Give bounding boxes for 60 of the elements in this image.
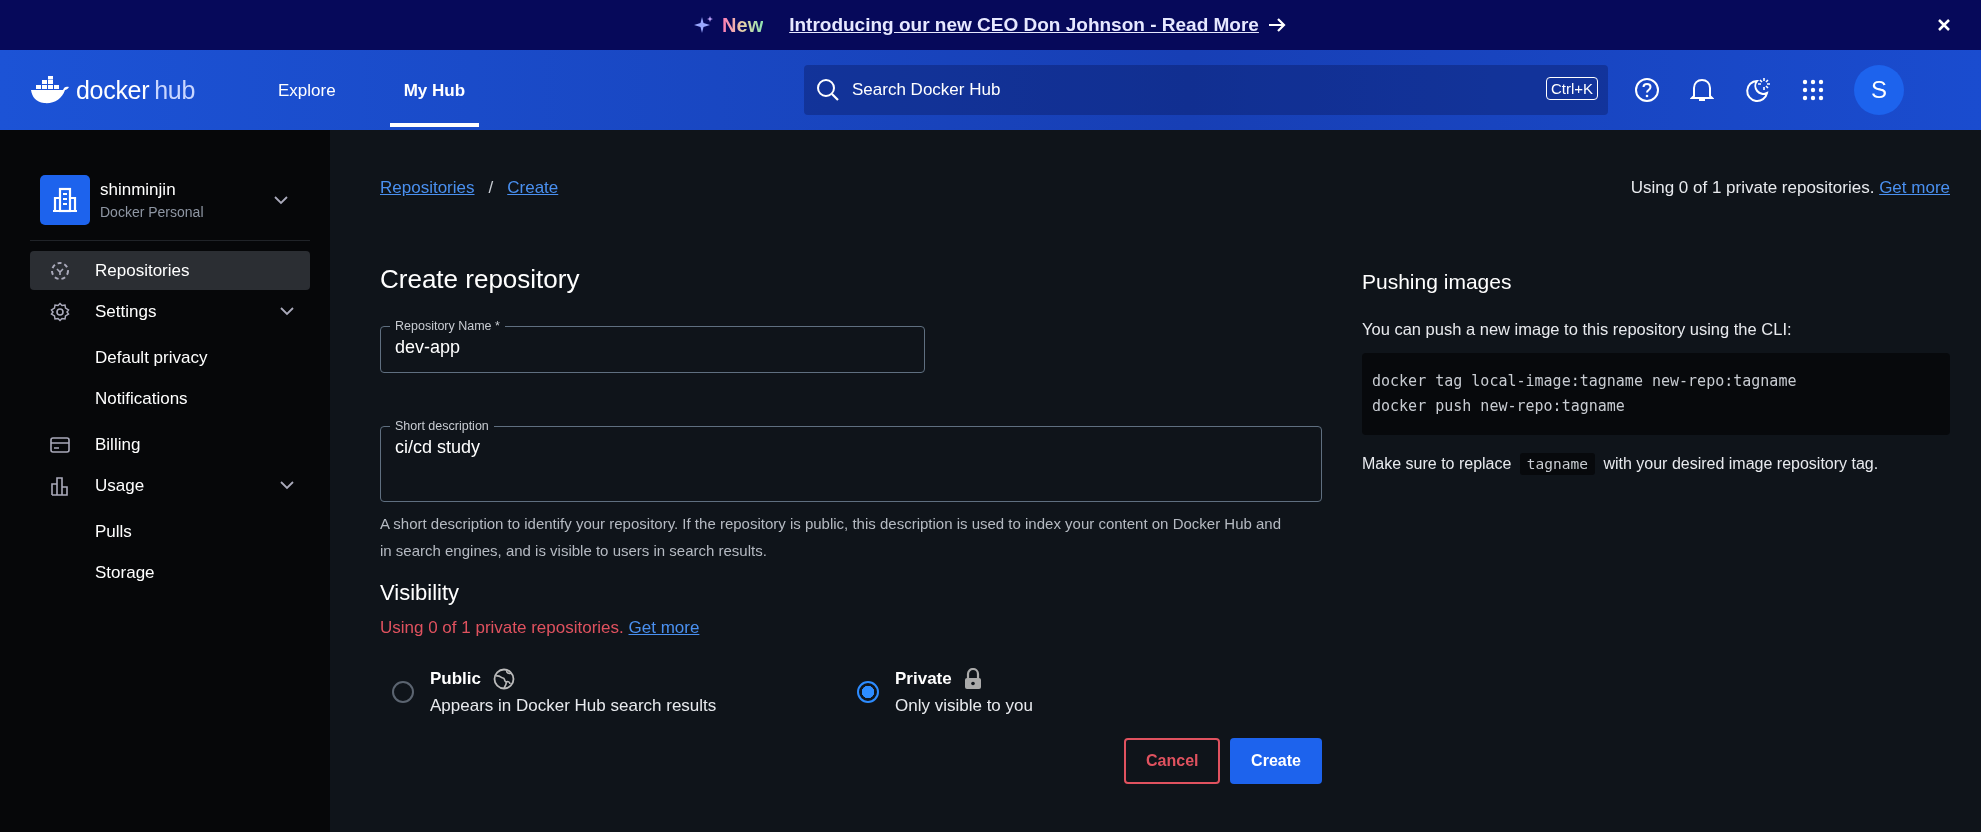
code-line: docker push new-repo:tagname — [1372, 396, 1626, 417]
code-line: docker tag local-image:tagname new-repo:tagname — [1372, 371, 1798, 392]
sidebar-subitem[interactable]: Default privacy — [30, 337, 310, 378]
user-avatar[interactable]: S — [1854, 65, 1905, 115]
instruction-text: Make sure to replace tagname with your desired image repository tag. — [1362, 455, 1950, 473]
option-label: Private — [895, 669, 952, 689]
sidebar-subitem[interactable]: Pulls — [30, 511, 310, 552]
notification-bell-icon[interactable] — [1690, 77, 1715, 103]
announcement-link[interactable]: Introducing our new CEO Don Johnson - Read More — [789, 14, 1259, 36]
breadcrumb-link[interactable]: Repositories — [380, 178, 475, 198]
lock-icon — [963, 668, 982, 690]
sidebar-item[interactable]: Repositories — [30, 251, 310, 290]
helper-text: A short description to identify your repository. If the repository is public, this description is used to index your content on Docker Hub and in search engines, and is visible to users in search results. — [380, 514, 1283, 561]
theme-toggle-icon[interactable] — [1744, 76, 1773, 104]
breadcrumb-separator: / — [488, 178, 494, 198]
chevron-down-icon — [274, 195, 288, 205]
option-description: Appears in Docker Hub search results — [430, 696, 717, 716]
repository-icon — [50, 260, 70, 281]
option-description: Only visible to you — [895, 696, 1033, 716]
nav-tab[interactable]: Explore — [264, 53, 350, 127]
apps-grid-icon[interactable] — [1802, 79, 1825, 101]
sidebar-item[interactable]: Settings — [30, 292, 310, 331]
field-label: Repository Name * — [394, 319, 501, 333]
arrow-right-icon — [1266, 16, 1287, 34]
section-heading: Visibility — [380, 580, 461, 606]
organization-avatar — [40, 175, 90, 225]
short-description-input[interactable]: ci/cd study — [395, 435, 1307, 485]
radio-button[interactable] — [392, 681, 414, 703]
sidebar-subitem[interactable]: Notifications — [30, 378, 310, 419]
breadcrumb-link[interactable]: Create — [507, 178, 559, 198]
settings-icon — [50, 301, 70, 322]
sidebar-item[interactable]: Billing — [30, 425, 310, 464]
cancel-button[interactable]: Cancel — [1124, 738, 1220, 784]
short-description-field[interactable]: Short description ci/cd study — [380, 419, 1322, 502]
keyboard-shortcut: Ctrl+K — [1545, 77, 1599, 100]
instruction-text: You can push a new image to this repository using the CLI: — [1362, 320, 1793, 339]
sidebar-subitem[interactable]: Storage — [30, 552, 310, 593]
field-label: Short description — [394, 419, 490, 433]
sidebar-item[interactable]: Usage — [30, 466, 310, 505]
bar-chart-icon — [51, 475, 69, 496]
repository-name-input[interactable]: dev-app — [395, 335, 910, 360]
account-switcher[interactable]: shinminjin Docker Personal — [30, 175, 310, 225]
whale-logo-icon — [30, 76, 70, 104]
get-more-link[interactable]: Get more — [628, 618, 700, 637]
search-icon — [816, 78, 841, 102]
create-button[interactable]: Create — [1230, 738, 1322, 784]
globe-icon — [493, 668, 515, 690]
option-label: Public — [430, 669, 481, 689]
repository-name-field[interactable]: Repository Name * dev-app — [380, 319, 925, 373]
credit-card-icon — [50, 436, 70, 453]
radio-button[interactable] — [857, 681, 879, 703]
account-plan: Docker Personal — [100, 204, 205, 220]
warning-text: Using 0 of 1 private repositories. Get more — [380, 618, 701, 638]
usage-notice: Using 0 of 1 private repositories. Get more — [1630, 178, 1950, 198]
logo-text[interactable]: docker hub — [76, 75, 196, 105]
account-name: shinminjin — [100, 180, 177, 200]
page-title: Create repository — [380, 264, 581, 295]
section-heading: Pushing images — [1362, 270, 1513, 294]
help-icon[interactable] — [1634, 77, 1661, 103]
get-more-link[interactable]: Get more — [1879, 178, 1950, 197]
